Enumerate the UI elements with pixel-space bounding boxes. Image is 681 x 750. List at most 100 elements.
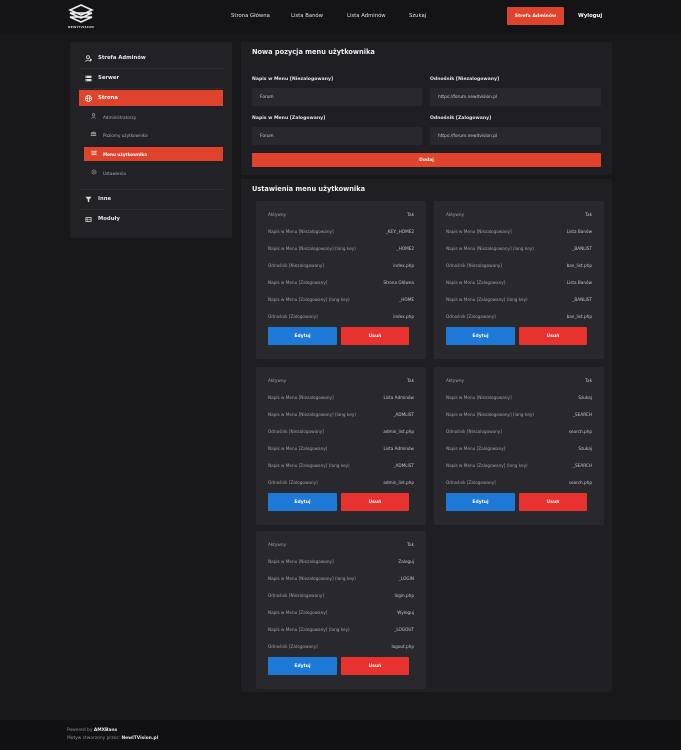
menu-label-unlogged-input[interactable]: Forum bbox=[252, 88, 422, 106]
edit-button[interactable]: Edytuj bbox=[268, 327, 337, 345]
card-row-label: Aktywny bbox=[268, 212, 286, 217]
edit-button[interactable]: Edytuj bbox=[268, 657, 337, 675]
section-title: Ustawienia menu użytkownika bbox=[252, 185, 366, 193]
delete-button[interactable]: Usuń bbox=[341, 327, 409, 345]
delete-button[interactable]: Usuń bbox=[519, 327, 587, 345]
card-row-value: Tak bbox=[585, 212, 592, 217]
card-row-value: admin_list.php bbox=[383, 480, 414, 485]
card-row-label: Napis w Menu [Niezalogowany] bbox=[268, 229, 334, 234]
card-row-label: Napis w Menu [Niezalogowany] (lang key) bbox=[446, 412, 534, 417]
nav-home[interactable]: Strona Główna bbox=[231, 13, 270, 19]
card-row: Odnośnik [Zalogowany] admin_list.php bbox=[268, 480, 414, 488]
card-row-label: Napis w Menu [Niezalogowany] bbox=[446, 395, 512, 400]
card-row-label: Odnośnik [Niezalogowany] bbox=[268, 593, 324, 598]
sidebar-item-admin-zone[interactable]: Strefa Adminów bbox=[79, 50, 223, 66]
menu-item-card: Aktywny Tak Napis w Menu [Niezalogowany] Li… bbox=[434, 201, 604, 359]
card-row-label: Napis w Menu [Niezalogowany] bbox=[268, 395, 334, 400]
footer-powered-link[interactable]: AMXBans bbox=[94, 728, 117, 733]
field-label: Napis w Menu [Zalogowany] bbox=[252, 116, 326, 121]
card-row-value: _SEARCH bbox=[572, 463, 592, 468]
card-row-label: Napis w Menu [Zalogowany] (lang key) bbox=[268, 627, 350, 632]
card-row-label: Odnośnik [Zalogowany] bbox=[268, 480, 318, 485]
sidebar-subitem-settings[interactable]: Ustawienia bbox=[84, 166, 223, 180]
sidebar-item-label: Moduły bbox=[98, 216, 120, 222]
card-row: Odnośnik [Niezalogowany] index.php bbox=[268, 263, 414, 271]
menu-item-card: Aktywny Tak Napis w Menu [Niezalogowany] Li… bbox=[256, 367, 426, 525]
card-row-value: _HOME bbox=[399, 297, 414, 302]
card-row-value: _BANLIST bbox=[572, 297, 592, 302]
field-label: Odnośnik [Niezalogowany] bbox=[430, 77, 500, 82]
logout-link[interactable]: Wyloguj bbox=[578, 13, 602, 19]
link-unlogged-input[interactable]: https://forum.newitvision.pl bbox=[430, 88, 601, 106]
card-row: Napis w Menu [Zalogowany] (lang key) _BAN… bbox=[446, 297, 592, 305]
card-row-label: Odnośnik [Niezalogowany] bbox=[446, 429, 502, 434]
card-row-value: admin_list.php bbox=[383, 429, 414, 434]
divider bbox=[79, 68, 223, 69]
footer-powered: Powered by AMXBans bbox=[67, 728, 118, 733]
admin-zone-button[interactable]: Strefa Adminów bbox=[507, 7, 564, 25]
sidebar-subitem-user-menu[interactable]: Menu użytkownika bbox=[84, 147, 223, 161]
card-row-label: Napis w Menu [Niezalogowany] (lang key) bbox=[268, 246, 356, 251]
card-row: Aktywny Tak bbox=[268, 542, 414, 550]
sidebar-item-server[interactable]: Serwer bbox=[79, 70, 223, 86]
card-row-label: Odnośnik [Zalogowany] bbox=[446, 480, 496, 485]
delete-button[interactable]: Usuń bbox=[519, 493, 587, 511]
card-row: Napis w Menu [Zalogowany] (lang key) _ADM… bbox=[268, 463, 414, 471]
card-row-label: Napis w Menu [Zalogowany] bbox=[446, 280, 506, 285]
server-icon bbox=[85, 75, 92, 82]
card-row-value: _KEY:_HOME2 bbox=[385, 229, 414, 234]
card-row: Odnośnik [Niezalogowany] admin_list.php bbox=[268, 429, 414, 437]
nav-search[interactable]: Szukaj bbox=[409, 13, 426, 19]
link-logged-input[interactable]: https://forum.newitvision.pl bbox=[430, 127, 601, 145]
top-navbar: NEWITVISION Strona Główna Lista Banów Li… bbox=[0, 0, 681, 34]
nav-banlist[interactable]: Lista Banów bbox=[291, 13, 323, 19]
card-row-value: search.php bbox=[568, 480, 592, 485]
edit-button[interactable]: Edytuj bbox=[446, 327, 515, 345]
sidebar-subitem-user-levels[interactable]: Poziomy użytkownika bbox=[84, 128, 223, 142]
card-row: Napis w Menu [Niezalogowany] (lang key) _… bbox=[268, 246, 414, 254]
card-row-label: Napis w Menu [Niezalogowany] bbox=[268, 559, 334, 564]
card-row: Napis w Menu [Niezalogowany] (lang key) _… bbox=[446, 246, 592, 254]
card-row-label: Odnośnik [Zalogowany] bbox=[446, 314, 496, 319]
card-row-value: ban_list.php bbox=[566, 263, 592, 268]
menu-item-card: Aktywny Tak Napis w Menu [Niezalogowany] _K… bbox=[256, 201, 426, 359]
card-row-value: search.php bbox=[568, 429, 592, 434]
card-row-value: Lista Banów bbox=[566, 280, 592, 285]
card-row-label: Napis w Menu [Zalogowany] bbox=[268, 280, 328, 285]
card-row: Napis w Menu [Niezalogowany] Zaloguj bbox=[268, 559, 414, 567]
card-row-value: _LOGIN bbox=[398, 576, 414, 581]
card-row: Napis w Menu [Zalogowany] Lista Adminów bbox=[268, 446, 414, 454]
card-row-value: _HOME2 bbox=[396, 246, 414, 251]
card-row-label: Napis w Menu [Zalogowany] (lang key) bbox=[268, 463, 350, 468]
footer-theme-link[interactable]: NewITVision.pl bbox=[121, 736, 158, 741]
card-row: Napis w Menu [Zalogowany] (lang key) _HOM… bbox=[268, 297, 414, 305]
card-row-label: Napis w Menu [Zalogowany] bbox=[446, 446, 506, 451]
add-button[interactable]: Dodaj bbox=[252, 153, 601, 167]
nav-adminlist[interactable]: Lista Adminów bbox=[347, 13, 386, 19]
card-row-label: Odnośnik [Zalogowany] bbox=[268, 314, 318, 319]
sidebar-subitem-admins[interactable]: Administratorzy bbox=[84, 110, 223, 124]
logo-text: NEWITVISION bbox=[67, 25, 95, 29]
card-row: Odnośnik [Zalogowany] index.php bbox=[268, 314, 414, 322]
delete-button[interactable]: Usuń bbox=[341, 657, 409, 675]
menu-label-logged-input[interactable]: Forum bbox=[252, 127, 422, 145]
edit-button[interactable]: Edytuj bbox=[446, 493, 515, 511]
sidebar-item-label: Strefa Adminów bbox=[98, 55, 146, 61]
card-row: Napis w Menu [Zalogowany] Strona Główna bbox=[268, 280, 414, 288]
filter-icon bbox=[85, 196, 92, 203]
card-row: Odnośnik [Niezalogowany] ban_list.php bbox=[446, 263, 592, 271]
sidebar-subitem-label: Menu użytkownika bbox=[103, 151, 148, 157]
sidebar-item-other[interactable]: Inne bbox=[79, 191, 223, 207]
menu-item-card: Aktywny Tak Napis w Menu [Niezalogowany] Za… bbox=[256, 531, 426, 689]
card-row-value: ban_list.php bbox=[566, 314, 592, 319]
card-row-value: login.php bbox=[394, 593, 414, 598]
card-row-label: Aktywny bbox=[446, 378, 464, 383]
card-row: Aktywny Tak bbox=[446, 378, 592, 386]
card-row: Napis w Menu [Niezalogowany] _KEY:_HOME2 bbox=[268, 229, 414, 237]
page-title: Nowa pozycja menu użytkownika bbox=[252, 48, 375, 56]
edit-button[interactable]: Edytuj bbox=[268, 493, 337, 511]
delete-button[interactable]: Usuń bbox=[341, 493, 409, 511]
sidebar-item-modules[interactable]: Moduły bbox=[79, 211, 223, 227]
sidebar-item-site[interactable]: Strona bbox=[79, 90, 223, 106]
card-row-value: _ADMLIST bbox=[393, 463, 414, 468]
